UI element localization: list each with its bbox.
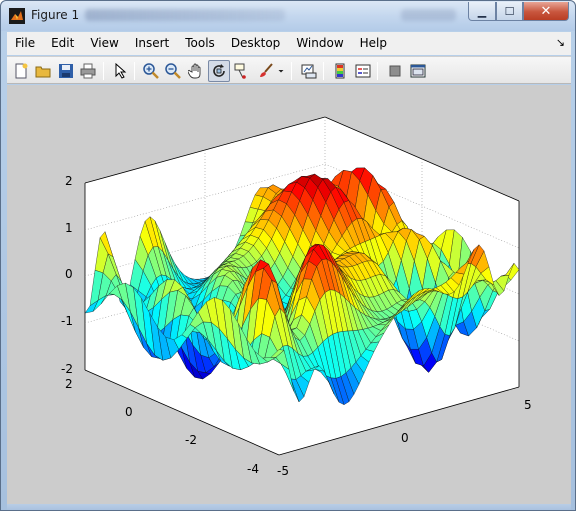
figure-window: Figure 1 ▁ ☐ ✕ File Edit View Insert Too… <box>0 0 576 511</box>
window-title: Figure 1 <box>31 8 80 22</box>
open-file-icon <box>35 66 51 78</box>
link-plot-icon <box>301 64 317 79</box>
save-button[interactable] <box>55 60 77 82</box>
toolbar-separator <box>377 62 378 80</box>
maximize-button[interactable]: ☐ <box>496 2 523 21</box>
hide-plot-tools-icon <box>389 65 401 77</box>
menu-bar: File Edit View Insert Tools Desktop Wind… <box>7 32 571 55</box>
z-tick-label: -2 <box>61 362 73 376</box>
maximize-icon: ☐ <box>504 4 515 18</box>
toolbar-separator <box>291 62 292 80</box>
close-button[interactable]: ✕ <box>523 2 569 21</box>
toolbar-separator <box>323 62 324 80</box>
toolbar-separator <box>103 62 104 80</box>
pan-button[interactable] <box>185 60 207 82</box>
y-tick-label: -4 <box>247 462 259 476</box>
pan-hand-icon <box>188 63 201 79</box>
show-plot-tools-button[interactable] <box>407 60 429 82</box>
link-plot-button[interactable] <box>298 60 320 82</box>
menu-edit[interactable]: Edit <box>43 33 82 54</box>
x-tick-label: 0 <box>401 431 409 445</box>
blurred-title-region <box>85 9 285 21</box>
z-tick-label: -1 <box>61 314 73 328</box>
y-tick-label: -2 <box>185 433 197 447</box>
figure-toolbar <box>7 56 571 84</box>
matlab-logo-icon <box>9 8 25 24</box>
window-bottom-border <box>7 504 571 510</box>
blurred-title-region-2 <box>401 9 456 21</box>
brush-dropdown[interactable] <box>275 60 287 82</box>
z-tick-label: 0 <box>65 267 73 281</box>
minimize-button[interactable]: ▁ <box>468 2 496 21</box>
new-figure-icon <box>15 63 28 79</box>
zoom-out-button[interactable] <box>162 60 184 82</box>
show-plot-tools-icon <box>410 64 426 78</box>
menu-file[interactable]: File <box>7 33 43 54</box>
menu-insert[interactable]: Insert <box>127 33 177 54</box>
menu-help[interactable]: Help <box>352 33 395 54</box>
edit-plot-button[interactable] <box>109 60 131 82</box>
x-tick-label: -5 <box>277 464 289 478</box>
print-icon <box>80 63 96 79</box>
edit-plot-arrow-icon <box>115 63 127 79</box>
menu-window[interactable]: Window <box>288 33 351 54</box>
y-tick-label: 2 <box>65 377 73 391</box>
insert-legend-button[interactable] <box>352 60 374 82</box>
print-button[interactable] <box>77 60 99 82</box>
open-file-button[interactable] <box>32 60 54 82</box>
z-tick-label: 1 <box>65 221 73 235</box>
brush-icon <box>260 63 273 77</box>
insert-colorbar-button[interactable] <box>329 60 351 82</box>
data-cursor-button[interactable] <box>231 60 253 82</box>
brush-button[interactable] <box>255 60 277 82</box>
save-icon <box>59 64 73 78</box>
new-figure-button[interactable] <box>10 60 32 82</box>
surface-plot-axes[interactable]: 2 1 0 -1 -2 2 0 -2 -4 -5 0 5 <box>7 85 571 504</box>
menu-tools[interactable]: Tools <box>177 33 223 54</box>
zoom-out-icon <box>165 63 181 79</box>
legend-icon <box>355 64 371 78</box>
title-bar[interactable]: Figure 1 ▁ ☐ ✕ <box>1 1 575 31</box>
figure-canvas: 2 1 0 -1 -2 2 0 -2 -4 -5 0 5 <box>7 85 571 504</box>
rotate-3d-button[interactable] <box>208 60 230 82</box>
colorbar-icon <box>335 63 345 79</box>
rotate-3d-icon <box>213 64 225 77</box>
zoom-in-button[interactable] <box>140 60 162 82</box>
close-icon: ✕ <box>540 3 552 19</box>
dock-arrow-icon[interactable]: ↘ <box>556 36 565 49</box>
z-tick-label: 2 <box>65 174 73 188</box>
menu-desktop[interactable]: Desktop <box>223 33 289 54</box>
minimize-icon: ▁ <box>477 4 487 18</box>
menu-view[interactable]: View <box>82 33 126 54</box>
toolbar-separator <box>134 62 135 80</box>
data-cursor-icon <box>234 63 246 79</box>
y-tick-label: 0 <box>125 405 133 419</box>
x-tick-label: 5 <box>524 398 532 412</box>
chevron-down-icon <box>278 70 284 73</box>
hide-plot-tools-button[interactable] <box>384 60 406 82</box>
zoom-in-icon <box>143 63 159 79</box>
